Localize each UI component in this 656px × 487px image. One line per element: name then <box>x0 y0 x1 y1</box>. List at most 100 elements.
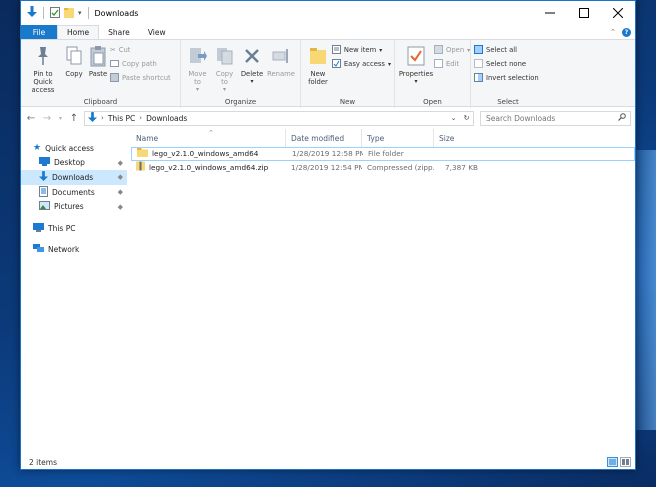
rename-label: Rename <box>267 70 295 78</box>
computer-icon <box>33 222 44 234</box>
star-icon: ★ <box>33 143 42 154</box>
nav-item-label: Quick access <box>45 143 94 153</box>
tab-view[interactable]: View <box>139 25 175 39</box>
close-button[interactable] <box>601 1 635 25</box>
invert-selection-icon <box>474 72 483 84</box>
recent-locations-button[interactable]: ▾ <box>57 111 64 125</box>
new-folder-qat-icon[interactable] <box>64 7 74 20</box>
documents-icon <box>39 185 48 199</box>
minimize-button[interactable] <box>533 1 567 25</box>
copy-label: Copy <box>65 70 83 78</box>
file-date: 1/28/2019 12:54 PM <box>291 162 362 172</box>
cut-button[interactable]: ✂ Cut <box>110 44 171 56</box>
select-group-label: Select <box>497 98 519 106</box>
easy-access-chevron-icon: ▾ <box>387 60 391 68</box>
delete-x-icon <box>244 43 260 69</box>
address-bar-actions: ⌄ ↻ <box>447 112 473 125</box>
sort-ascending-icon: ⌃ <box>208 129 214 137</box>
tab-home[interactable]: Home <box>57 25 100 39</box>
recent-chevron-icon: ▾ <box>58 114 62 122</box>
tab-share[interactable]: Share <box>99 25 139 39</box>
pin-icon <box>34 43 52 69</box>
search-icon <box>618 113 626 123</box>
select-all-label: Select all <box>486 46 518 54</box>
edit-button[interactable]: Edit <box>434 58 470 70</box>
select-none-button[interactable]: Select none <box>474 58 539 70</box>
search-input[interactable]: Search Downloads <box>480 110 631 126</box>
easy-access-button[interactable]: Easy access ▾ <box>331 58 391 70</box>
nav-item-this-pc[interactable]: This PC <box>21 221 127 236</box>
breadcrumb-separator-icon: › <box>101 114 104 122</box>
file-name-cell: lego_v2.1.0_windows_amd64 <box>132 148 287 159</box>
refresh-icon[interactable]: ↻ <box>460 112 473 125</box>
rename-icon <box>272 43 290 69</box>
title-bar: ▾ Downloads <box>21 1 635 25</box>
ribbon-collapse-chevron-icon[interactable]: ⌃ <box>610 28 616 36</box>
organize-group-label: Organize <box>224 98 257 106</box>
pictures-icon <box>39 201 50 212</box>
address-history-chevron-icon[interactable]: ⌄ <box>447 112 460 125</box>
large-icons-view-icon <box>622 459 629 465</box>
paste-shortcut-button[interactable]: Paste shortcut <box>110 72 171 84</box>
select-none-icon <box>474 58 483 70</box>
maximize-button[interactable] <box>567 1 601 25</box>
address-bar[interactable]: › This PC › Downloads ⌄ ↻ <box>84 110 474 126</box>
quick-access-toolbar: ▾ <box>27 6 91 20</box>
back-button[interactable]: ← <box>25 111 37 125</box>
new-item-button[interactable]: New item ▾ <box>331 44 391 56</box>
invert-selection-button[interactable]: Invert selection <box>474 72 539 84</box>
tab-file[interactable]: File <box>21 25 57 39</box>
downloads-location-icon <box>88 111 97 125</box>
nav-item-quick-access[interactable]: ★ Quick access <box>21 141 127 156</box>
breadcrumb-this-pc[interactable]: This PC <box>108 114 135 123</box>
open-chevron-icon: ▾ <box>467 46 471 54</box>
new-folder-label: New folder <box>308 70 328 86</box>
desktop-icon <box>39 157 50 168</box>
maximize-icon <box>579 8 589 18</box>
clipboard-group: Pin to Quick access Copy Paste ✂ Cut Cop… <box>21 40 181 108</box>
details-view-icon <box>609 459 616 465</box>
select-all-button[interactable]: Select all <box>474 44 539 56</box>
breadcrumb-downloads[interactable]: Downloads <box>146 114 187 123</box>
forward-button[interactable]: → <box>41 111 53 125</box>
customize-qat-chevron-icon[interactable]: ▾ <box>78 9 82 17</box>
properties-qat-icon[interactable] <box>50 6 60 20</box>
nav-item-desktop[interactable]: Desktop ◆ <box>21 156 127 171</box>
paste-shortcut-icon <box>110 72 119 84</box>
up-button[interactable]: ↑ <box>68 111 80 125</box>
column-header-size[interactable]: Size <box>434 129 482 147</box>
network-icon <box>33 244 44 255</box>
nav-item-documents[interactable]: Documents ◆ <box>21 185 127 200</box>
edit-label: Edit <box>446 60 460 68</box>
pinned-icon: ◆ <box>117 173 123 182</box>
search-placeholder: Search Downloads <box>486 113 556 123</box>
nav-item-pictures[interactable]: Pictures ◆ <box>21 199 127 214</box>
copy-path-button[interactable]: Copy path <box>110 58 171 70</box>
pin-to-quick-access-label: Pin to Quick access <box>31 70 55 94</box>
help-icon[interactable]: ? <box>622 27 631 37</box>
nav-item-network[interactable]: Network <box>21 243 127 258</box>
column-header-date-modified[interactable]: Date modified <box>286 129 362 147</box>
downloads-arrow-icon <box>39 171 48 184</box>
details-view-button[interactable] <box>607 457 618 467</box>
copy-path-label: Copy path <box>122 60 157 68</box>
file-row[interactable]: lego_v2.1.0_windows_amd64 1/28/2019 12:5… <box>131 147 635 161</box>
new-item-label: New item <box>343 46 377 54</box>
folder-icon <box>137 148 148 159</box>
toolbar-divider <box>87 7 89 19</box>
nav-item-label: Documents <box>52 187 95 197</box>
navigation-bar: ← → ▾ ↑ › This PC › Downloads ⌄ ↻ Search… <box>21 107 635 129</box>
nav-item-downloads[interactable]: Downloads ◆ <box>21 170 127 185</box>
easy-access-icon <box>331 58 341 70</box>
open-button[interactable]: Open ▾ <box>434 44 470 56</box>
file-date: 1/28/2019 12:58 PM <box>292 149 363 159</box>
file-name: lego_v2.1.0_windows_amd64 <box>152 149 259 159</box>
file-row[interactable]: lego_v2.1.0_windows_amd64.zip 1/28/2019 … <box>131 161 635 175</box>
column-header-type[interactable]: Type <box>362 129 434 147</box>
new-group: New folder New item ▾ Easy access ▾ New <box>301 40 395 108</box>
pinned-icon: ◆ <box>117 188 123 197</box>
large-icons-view-button[interactable] <box>620 457 631 467</box>
clipboard-group-label: Clipboard <box>83 98 118 106</box>
